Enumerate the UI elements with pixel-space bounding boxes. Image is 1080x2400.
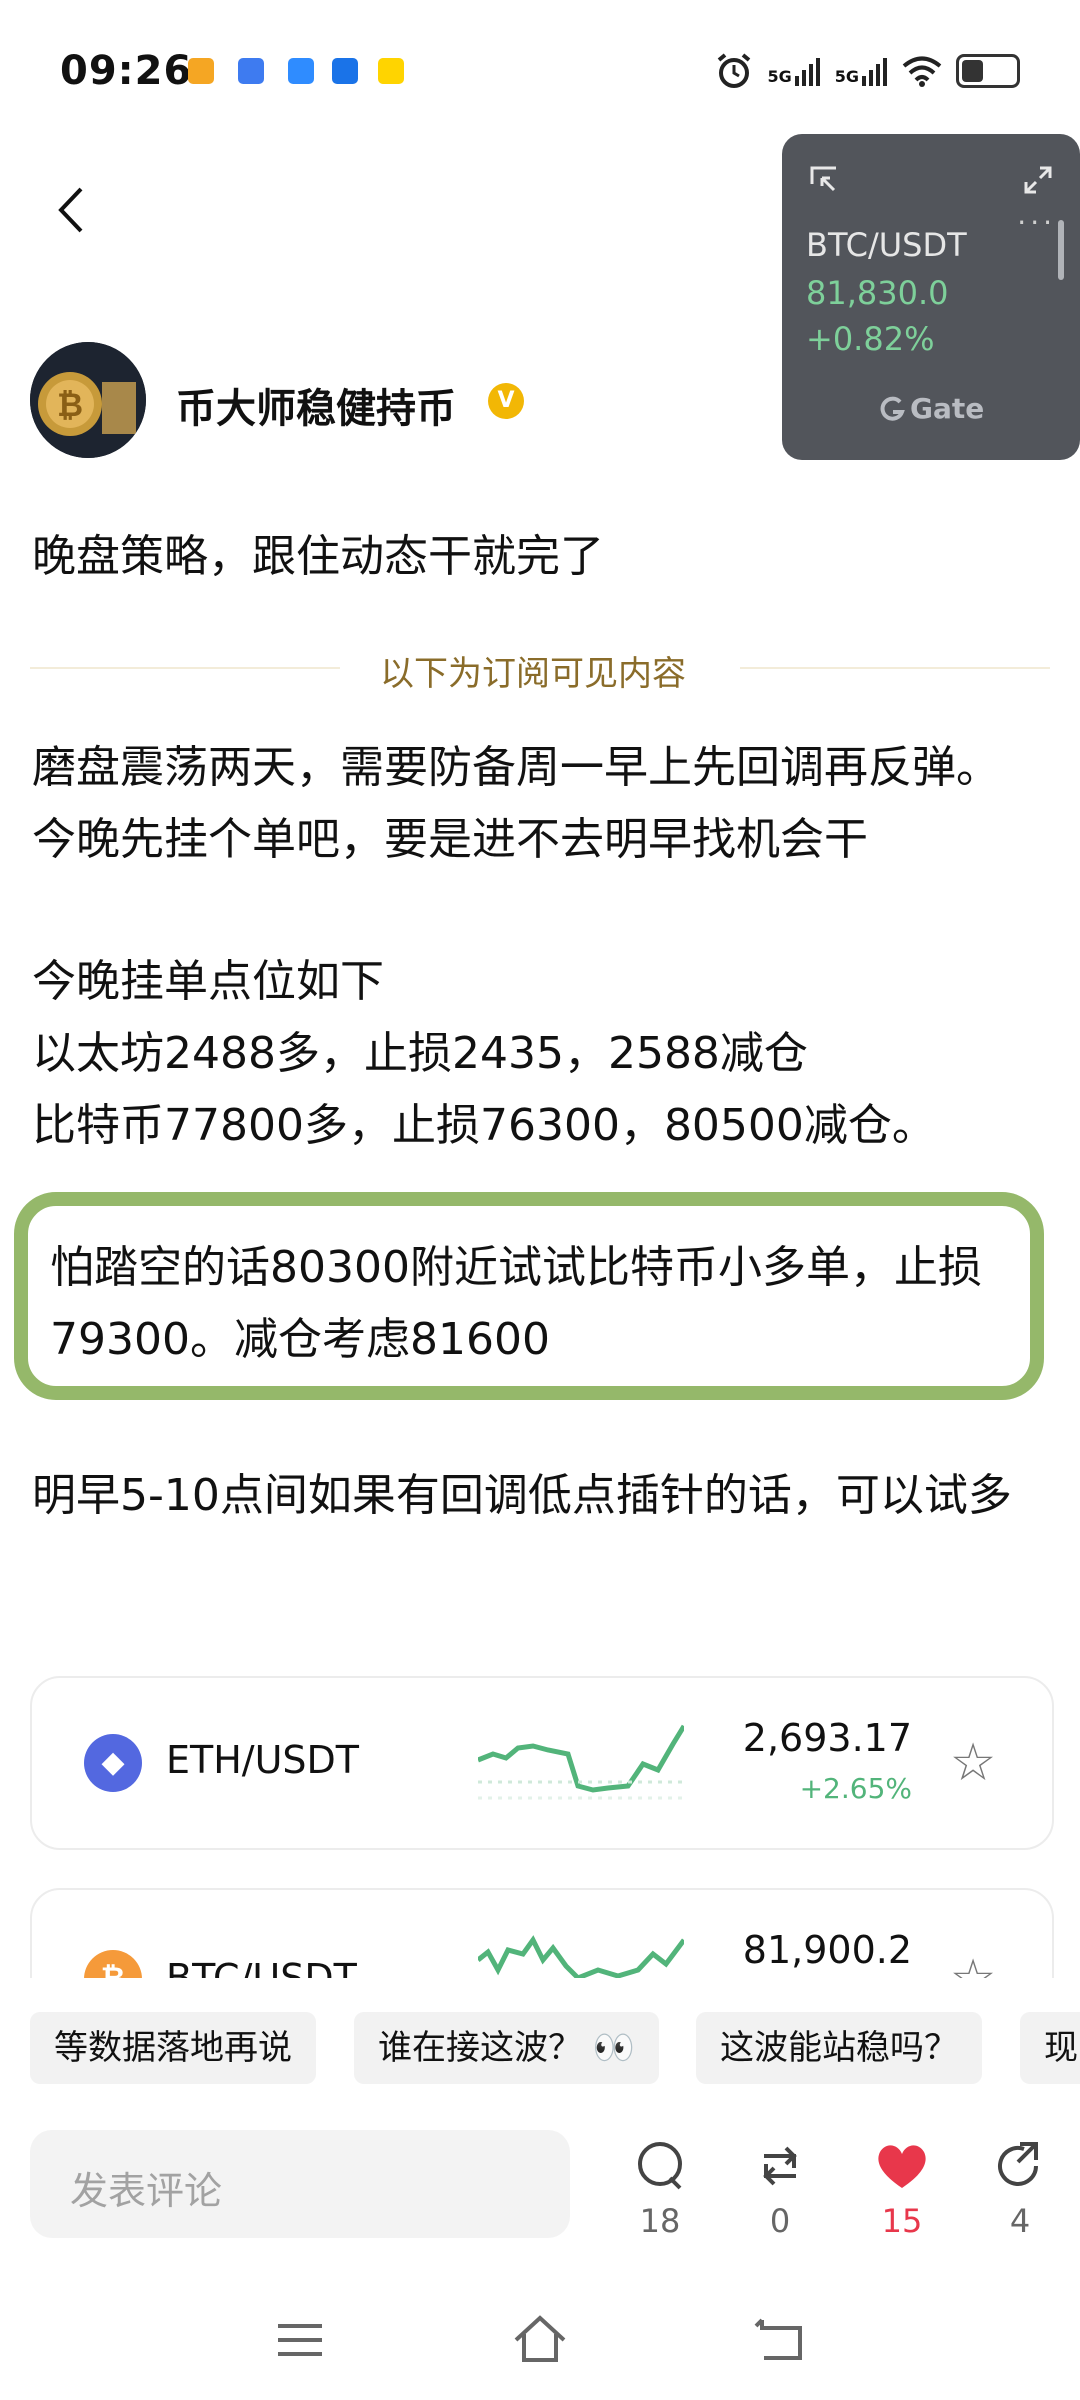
quick-reply-chip[interactable]: 等数据落地再说 xyxy=(30,2012,316,2084)
market-price: 2,693.17 xyxy=(742,1716,912,1760)
author-avatar[interactable]: ₿ xyxy=(30,342,146,458)
divider-line-left xyxy=(30,667,340,669)
floating-ticker-widget[interactable]: ··· BTC/USDT 81,830.0 +0.82% Gate xyxy=(782,134,1080,460)
comment-placeholder: 发表评论 xyxy=(70,2169,223,2213)
notification-app-icon xyxy=(188,58,214,84)
widget-pair: BTC/USDT xyxy=(806,226,967,264)
post-line: 今晚挂单点位如下 xyxy=(32,956,384,1007)
repost-action[interactable]: 0 xyxy=(740,2140,820,2240)
market-price: 81,900.2 xyxy=(742,1928,912,1972)
share-action[interactable]: 4 xyxy=(980,2140,1060,2240)
widget-price: 81,830.0 xyxy=(806,274,949,312)
comment-count: 18 xyxy=(639,2202,681,2240)
quick-reply-chip[interactable]: 现 xyxy=(1020,2012,1080,2084)
divider-line-right xyxy=(740,667,1050,669)
eth-coin-icon: ◆ xyxy=(84,1734,142,1792)
post-title: 晚盘策略，跟住动态干就完了 xyxy=(32,531,604,582)
author-name[interactable]: 币大师稳健持币 xyxy=(176,376,456,434)
more-icon[interactable]: ··· xyxy=(1017,206,1056,239)
scroll-indicator xyxy=(1058,220,1064,280)
expand-icon[interactable] xyxy=(1022,164,1054,196)
minimize-window-icon[interactable] xyxy=(808,164,840,196)
gate-logo-icon xyxy=(880,396,905,421)
comment-bubble-icon xyxy=(638,2142,682,2190)
gate-logo: Gate xyxy=(880,392,984,425)
star-icon[interactable]: ☆ xyxy=(944,1734,1002,1792)
home-icon[interactable] xyxy=(510,2310,570,2370)
market-change: +2.65% xyxy=(799,1772,912,1805)
heart-icon xyxy=(878,2145,926,2188)
menu-icon[interactable] xyxy=(270,2310,330,2370)
comment-input[interactable]: 发表评论 xyxy=(30,2130,570,2238)
battery-icon xyxy=(956,54,1020,88)
post-line: 比特币77800多，止损76300，80500减仓。 xyxy=(32,1100,936,1151)
post-paragraph: 明早5-10点间如果有回调低点插针的话，可以试多 xyxy=(32,1470,1012,1521)
signal-5g-2: 5G xyxy=(835,56,888,86)
eth-sparkline xyxy=(478,1724,684,1800)
market-pair: ETH/USDT xyxy=(166,1738,360,1782)
back-button[interactable] xyxy=(40,170,100,250)
status-indicators: 5G 5G xyxy=(715,52,1020,90)
highlighted-text-box: 怕踏空的话80300附近试试比特币小多单，止损 79300。减仓考虑81600 xyxy=(14,1192,1044,1400)
widget-change: +0.82% xyxy=(806,320,935,358)
share-count: 4 xyxy=(1009,2202,1031,2240)
repost-count: 0 xyxy=(769,2202,791,2240)
back-nav-icon[interactable] xyxy=(750,2310,810,2370)
quick-reply-chip[interactable]: 这波能站稳吗？ xyxy=(696,2012,982,2084)
highlighted-text: 怕踏空的话80300附近试试比特币小多单，止损 79300。减仓考虑81600 xyxy=(50,1242,982,1365)
status-time: 09:26 xyxy=(60,48,193,94)
wifi-icon xyxy=(902,56,942,87)
verified-badge-icon: V xyxy=(488,383,524,419)
share-icon xyxy=(998,2142,1038,2186)
notification-app-icon xyxy=(238,58,264,84)
alarm-icon xyxy=(718,53,751,88)
notification-app-icon xyxy=(288,58,314,84)
notification-app-icon xyxy=(378,58,404,84)
post-line: 以太坊2488多，止损2435，2588减仓 xyxy=(32,1028,808,1079)
quick-reply-chip[interactable]: 谁在接这波？ 👀 xyxy=(354,2012,660,2084)
comment-action[interactable]: 18 xyxy=(620,2140,700,2240)
post-paragraph: 磨盘震荡两天，需要防备周一早上先回调再反弹。今晚先挂个单吧，要是进不去明早找机会… xyxy=(32,742,1000,865)
subscriber-divider-label: 以下为订阅可见内容 xyxy=(380,654,686,694)
svg-text:₿: ₿ xyxy=(57,386,83,424)
like-action[interactable]: 15 xyxy=(862,2140,942,2240)
chevron-left-icon xyxy=(58,187,83,233)
signal-5g-1: 5G xyxy=(767,56,820,86)
notification-app-icon xyxy=(332,58,358,84)
market-card-eth[interactable]: ◆ ETH/USDT 2,693.17 +2.65% ☆ xyxy=(30,1676,1054,1850)
repost-icon xyxy=(763,2146,797,2186)
like-count: 15 xyxy=(881,2202,923,2240)
